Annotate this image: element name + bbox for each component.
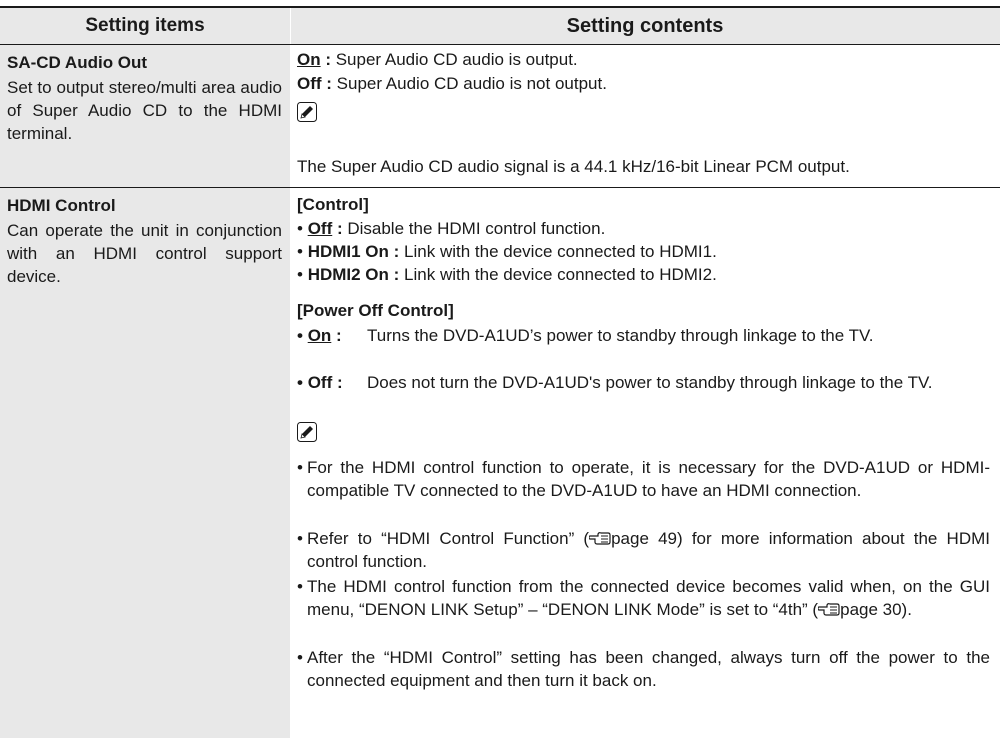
- table-row: SA-CD Audio Out Set to output stereo/mul…: [0, 45, 1000, 188]
- setting-item-cell: SA-CD Audio Out Set to output stereo/mul…: [0, 45, 291, 187]
- note-bullet: • Refer to “HDMI Control Function” (page …: [297, 529, 990, 571]
- pointing-hand-icon: [589, 532, 611, 545]
- setting-title: SA-CD Audio Out: [7, 53, 148, 72]
- pointing-hand-icon: [818, 603, 840, 616]
- note-bullet: • For the HDMI control function to operat…: [297, 458, 990, 500]
- option-on: On : Super Audio CD audio is output.: [297, 50, 578, 69]
- setting-item-cell: HDMI Control Can operate the unit in con…: [0, 188, 291, 738]
- setting-contents-cell: On : Super Audio CD audio is output. Off…: [291, 45, 1000, 187]
- pencil-icon: [297, 422, 317, 442]
- option-off: Off : Super Audio CD audio is not output…: [297, 74, 607, 93]
- setting-title: HDMI Control: [7, 196, 116, 215]
- note-bullet: • The HDMI control function from the conn…: [297, 577, 990, 619]
- table-header: Setting items Setting contents: [0, 8, 1000, 45]
- power-off-option-on: • On : Turns the DVD-A1UD’s power to sta…: [297, 326, 874, 345]
- header-setting-items: Setting items: [0, 8, 291, 44]
- table-row: HDMI Control Can operate the unit in con…: [0, 188, 1000, 738]
- setting-description: Can operate the unit in conjunction with…: [7, 221, 282, 286]
- note-text: The Super Audio CD audio signal is a 44.…: [297, 157, 850, 176]
- control-option-hdmi1: • HDMI1 On : Link with the device connec…: [297, 242, 717, 261]
- note-bullet: • After the “HDMI Control” setting has be…: [297, 648, 990, 690]
- control-option-hdmi2: • HDMI2 On : Link with the device connec…: [297, 265, 717, 284]
- power-off-heading: [Power Off Control]: [297, 301, 454, 320]
- control-heading: [Control]: [297, 195, 369, 214]
- power-off-option-off: • Off : Does not turn the DVD-A1UD's pow…: [297, 373, 933, 392]
- header-setting-contents: Setting contents: [566, 14, 724, 37]
- control-option-off: • Off : Disable the HDMI control functio…: [297, 219, 606, 238]
- settings-table: Setting items Setting contents SA-CD Aud…: [0, 6, 1000, 738]
- setting-contents-cell: [Control] • Off : Disable the HDMI contr…: [291, 188, 1000, 738]
- setting-description: Set to output stereo/multi area audio of…: [7, 78, 282, 143]
- pencil-icon: [297, 102, 317, 122]
